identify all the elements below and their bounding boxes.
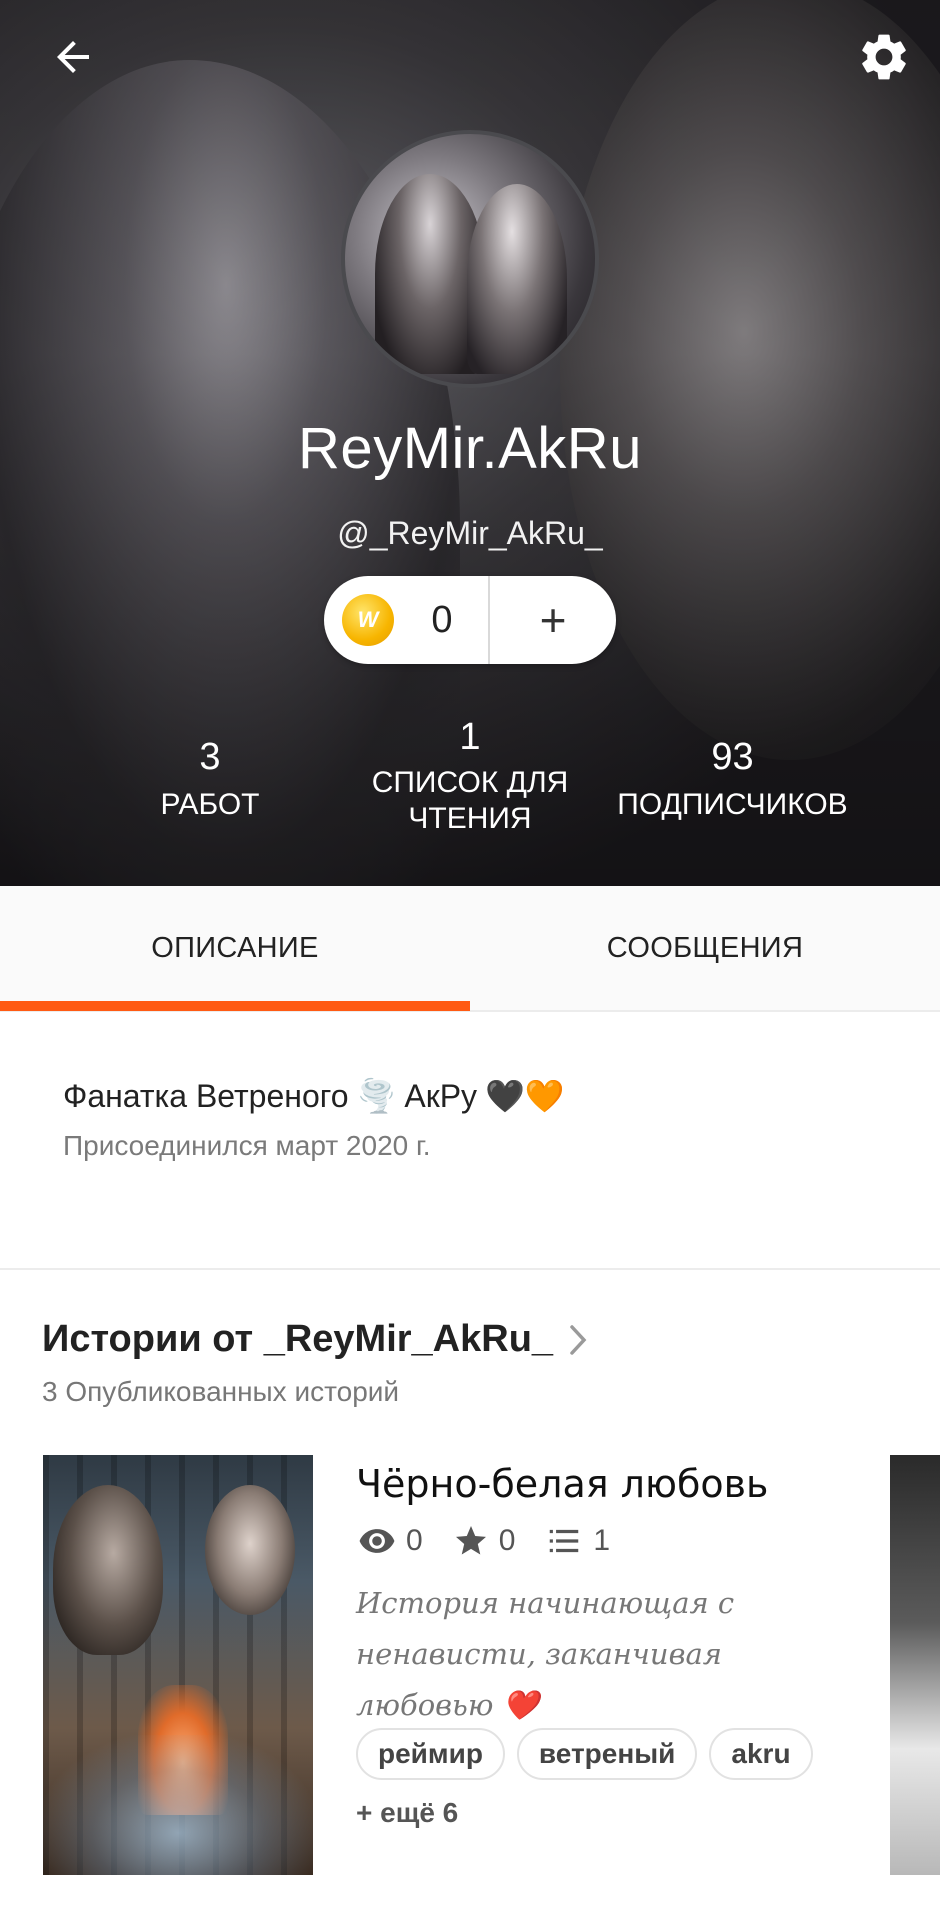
tag-chip[interactable]: akru [709, 1728, 813, 1780]
parts-count: 1 [593, 1524, 611, 1557]
stories-section-title[interactable]: Истории от _ReyMir_AkRu_ [42, 1318, 589, 1361]
stat-reading-list-value: 1 [459, 716, 481, 758]
stat-works-value: 3 [199, 736, 221, 778]
stat-works[interactable]: 3 РАБОТ [110, 735, 310, 823]
stat-followers[interactable]: 93 ПОДПИСЧИКОВ [600, 735, 865, 823]
cover-figure-woman [205, 1485, 295, 1615]
next-story-cover[interactable] [890, 1455, 940, 1875]
parts-stat: 1 [545, 1522, 610, 1560]
stories-title-text: Истории от _ReyMir_AkRu_ [42, 1318, 554, 1360]
stat-works-label: РАБОТ [160, 788, 260, 821]
views-stat: 0 [358, 1522, 423, 1560]
back-button[interactable] [33, 17, 113, 97]
profile-tabs: ОПИСАНИЕ СООБЩЕНИЯ [0, 886, 940, 1012]
star-icon [455, 1526, 486, 1555]
story-cover[interactable] [43, 1455, 313, 1875]
tornado-emoji: 🌪️ [356, 1078, 397, 1114]
tag-chip[interactable]: реймир [356, 1728, 505, 1780]
gear-icon [862, 34, 906, 80]
profile-name: ReyMir.AkRu [298, 416, 642, 481]
stat-followers-value: 93 [711, 736, 754, 778]
chevron-right-icon [567, 1323, 589, 1357]
tab-description[interactable]: ОПИСАНИЕ [0, 886, 470, 1010]
coin-icon: W [342, 594, 394, 646]
profile-header: ReyMir.AkRu @_ReyMir_AkRu_ W 0 + 3 РАБОТ… [0, 0, 940, 886]
votes-count: 0 [498, 1524, 516, 1557]
tag-chip[interactable]: ветреный [516, 1728, 698, 1780]
settings-button[interactable] [844, 17, 924, 97]
coins-widget: W 0 + [324, 576, 616, 664]
active-tab-indicator [0, 1001, 470, 1011]
bio: Фанатка Ветреного 🌪️ АкРу 🖤🧡 [63, 1077, 565, 1115]
views-count: 0 [406, 1524, 423, 1557]
stat-followers-label: ПОДПИСЧИКОВ [617, 788, 848, 821]
more-tags-link[interactable]: + ещё 6 [356, 1797, 458, 1829]
cover-figure-man [53, 1485, 163, 1655]
arrow-left-icon [57, 41, 89, 73]
add-coins-button[interactable]: + [490, 576, 616, 664]
stat-reading-list-label: СПИСОК ДЛЯ ЧТЕНИЯ [371, 766, 569, 835]
joined-date: Присоединился март 2020 г. [63, 1130, 431, 1161]
story-tags: реймир ветреный akru [356, 1728, 825, 1780]
profile-handle: @_ReyMir_AkRu_ [337, 515, 603, 551]
stat-reading-list[interactable]: 1 СПИСОК ДЛЯ ЧТЕНИЯ [345, 715, 595, 837]
story-title[interactable]: Чёрно-белая любовь [356, 1462, 768, 1506]
eye-icon [359, 1529, 395, 1553]
about-section: Фанатка Ветреного 🌪️ АкРу 🖤🧡 Присоединил… [0, 1012, 940, 1270]
bio-text-2: АкРу [404, 1077, 478, 1114]
bio-text: Фанатка Ветреного [63, 1077, 349, 1114]
coin-count: 0 [431, 598, 453, 641]
avatar[interactable] [341, 130, 599, 388]
votes-stat: 0 [453, 1523, 516, 1559]
stories-count: 3 Опубликованных историй [42, 1376, 400, 1407]
hearts-emoji: 🖤🧡 [485, 1078, 565, 1114]
story-stats: 0 0 1 [358, 1522, 640, 1560]
avatar-figure-right [467, 184, 567, 374]
cover-smoke [43, 1735, 313, 1875]
story-description: История начинающая с ненависти, заканчив… [356, 1586, 735, 1722]
list-icon [550, 1529, 579, 1553]
tab-messages[interactable]: СООБЩЕНИЯ [470, 886, 940, 1010]
